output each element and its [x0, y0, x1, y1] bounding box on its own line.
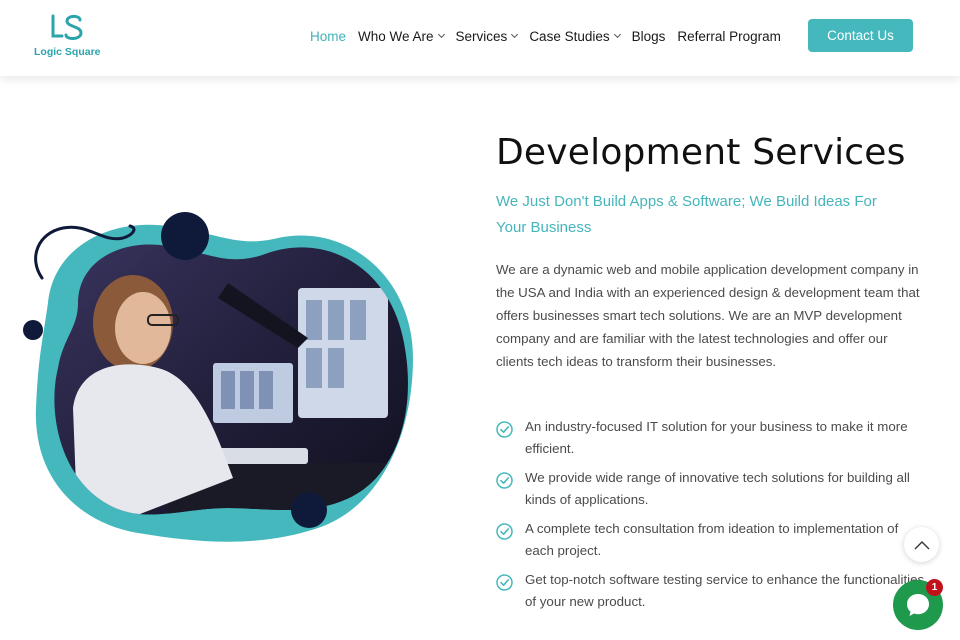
scroll-to-top-button[interactable] — [904, 527, 939, 562]
list-item: An industry-focused IT solution for your… — [496, 416, 926, 460]
site-header: Logic Square Home Who We Are Services Ca… — [0, 0, 960, 76]
chevron-down-icon — [613, 30, 621, 39]
logo-mark-icon — [51, 14, 83, 40]
nav-item-blogs[interactable]: Blogs — [632, 29, 666, 44]
decorative-dot-large — [161, 212, 209, 260]
chevron-down-icon — [437, 30, 445, 39]
hero-illustration — [23, 212, 414, 542]
feature-text: A complete tech consultation from ideati… — [525, 521, 899, 558]
nav-item-home[interactable]: Home — [310, 29, 346, 44]
feature-text: We provide wide range of innovative tech… — [525, 470, 910, 507]
chat-notification-badge: 1 — [926, 579, 943, 596]
nav-item-case-studies[interactable]: Case Studies — [529, 28, 621, 44]
check-circle-icon — [496, 472, 513, 489]
main-nav: Home Who We Are Services Case Studies Bl… — [310, 26, 793, 46]
decorative-dot-bottom — [291, 492, 327, 528]
chevron-up-icon — [914, 540, 929, 549]
chevron-down-icon — [511, 30, 519, 39]
check-circle-icon — [496, 574, 513, 591]
chat-bubble-icon — [907, 594, 929, 616]
feature-text: Get top-notch software testing service t… — [525, 572, 925, 609]
nav-item-label: Blogs — [631, 28, 666, 44]
decorative-dot-small — [23, 320, 43, 340]
logo[interactable]: Logic Square — [34, 12, 104, 62]
nav-item-label: Services — [455, 28, 508, 44]
nav-item-label: Case Studies — [529, 28, 610, 44]
feature-text: An industry-focused IT solution for your… — [525, 419, 908, 456]
feature-list: An industry-focused IT solution for your… — [496, 416, 926, 620]
page-subtitle: We Just Don't Build Apps & Software; We … — [496, 193, 877, 236]
list-item: Get top-notch software testing service t… — [496, 569, 926, 613]
nav-item-who-we-are[interactable]: Who We Are — [358, 28, 445, 44]
nav-item-label: Who We Are — [358, 28, 434, 44]
list-item: A complete tech consultation from ideati… — [496, 518, 926, 562]
nav-item-label: Home — [310, 28, 347, 44]
intro-paragraph: We are a dynamic web and mobile applicat… — [496, 262, 920, 369]
contact-us-button[interactable]: Contact Us — [808, 19, 913, 52]
check-circle-icon — [496, 421, 513, 438]
logo-text: Logic Square — [34, 46, 101, 58]
list-item: We provide wide range of innovative tech… — [496, 467, 926, 511]
nav-item-services[interactable]: Services — [455, 28, 519, 44]
page-title: Development Services — [496, 132, 906, 173]
check-circle-icon — [496, 523, 513, 540]
nav-item-referral-program[interactable]: Referral Program — [677, 29, 781, 44]
nav-item-label: Referral Program — [677, 28, 781, 44]
